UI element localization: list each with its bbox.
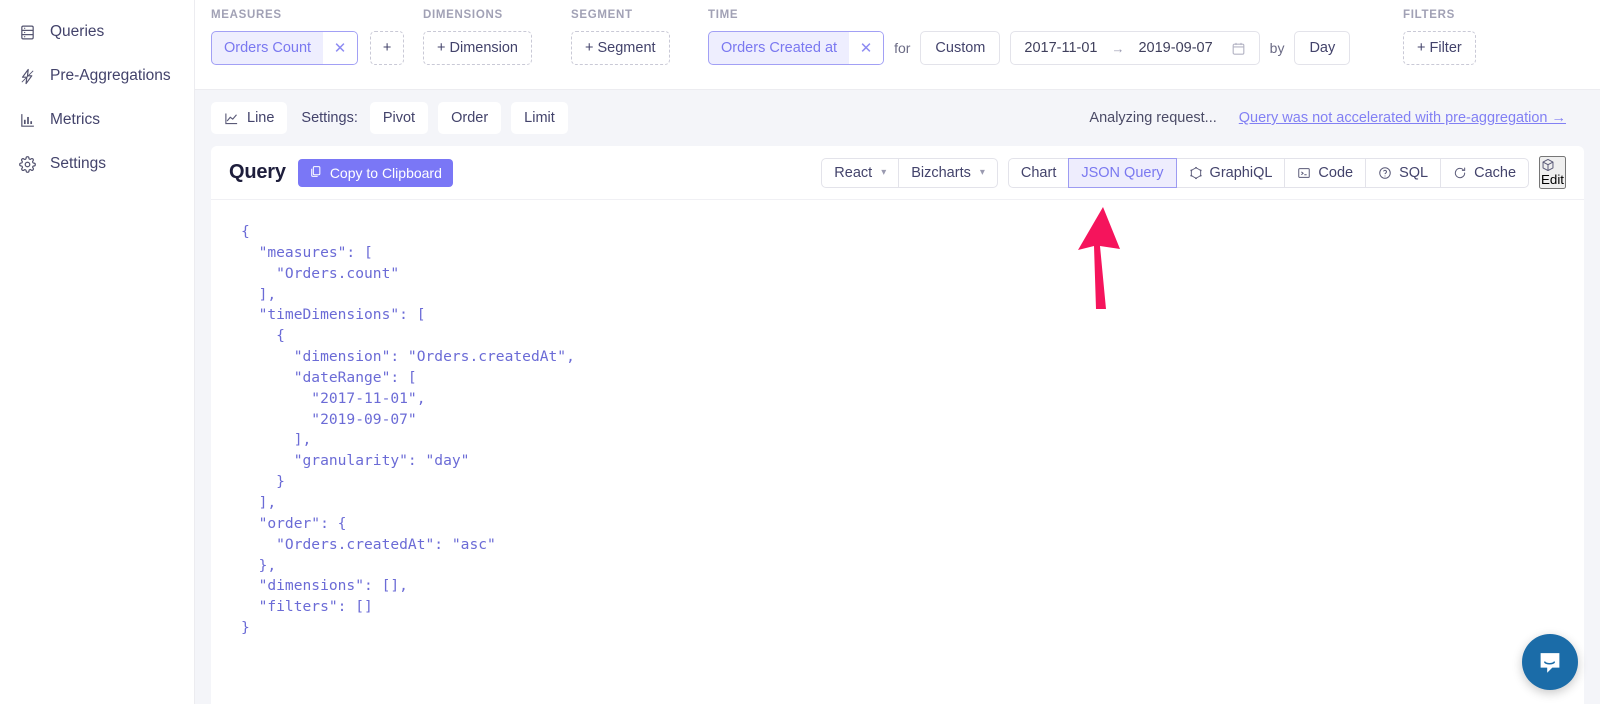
refresh-icon [1453,166,1467,180]
json-query-viewer[interactable]: { "measures": [ "Orders.count" ], "timeD… [211,200,1584,704]
tab-graphiql-label: GraphiQL [1209,164,1273,181]
date-range-preset-button[interactable]: Custom [920,31,1001,65]
measures-group: MEASURES Orders Count ✕ + [211,9,405,65]
tab-cache-label: Cache [1474,164,1517,181]
copy-to-clipboard-label: Copy to Clipboard [329,164,442,181]
tab-sql[interactable]: SQL [1365,157,1442,188]
close-icon[interactable]: ✕ [323,32,358,64]
framework-label: React [834,164,873,181]
tab-sql-label: SQL [1399,164,1429,181]
chart-settings-bar: Line Settings: Pivot Order Limit Analyzi… [195,90,1600,146]
filters-group: FILTERS + Filter [1403,9,1476,65]
chart-type-label: Line [247,110,275,126]
add-dimension-button[interactable]: + Dimension [423,31,532,65]
calendar-icon[interactable] [1231,41,1246,56]
intercom-launcher[interactable] [1522,634,1578,690]
framework-selectors: React ▾ Bizcharts ▾ [821,157,998,188]
gear-icon [18,155,36,173]
filters-group-label: FILTERS [1403,9,1455,21]
app-root: Queries Pre-Aggregations Metrics Setting… [0,0,1600,704]
edit-button[interactable]: Edit [1539,156,1566,189]
sidebar-item-pre-aggregations[interactable]: Pre-Aggregations [0,54,194,98]
tab-graphiql[interactable]: GraphiQL [1175,157,1286,188]
question-circle-icon [1378,166,1392,180]
copy-icon [309,165,322,181]
add-segment-button[interactable]: + Segment [571,31,670,65]
tab-chart[interactable]: Chart [1007,157,1070,188]
granularity-button[interactable]: Day [1294,31,1351,65]
date-start-value[interactable]: 2017-11-01 [1024,40,1097,56]
cube-icon [1541,158,1564,172]
by-label: by [1269,40,1285,56]
database-icon [18,23,36,41]
chat-bubble-icon [1540,653,1560,673]
sidebar-item-queries[interactable]: Queries [0,10,194,54]
pre-aggregation-warning-link[interactable]: Query was not accelerated with pre-aggre… [1239,110,1566,126]
status-zone: Analyzing request... Query was not accel… [1089,110,1584,126]
add-filter-button[interactable]: + Filter [1403,31,1476,65]
for-label: for [894,40,911,56]
pivot-button[interactable]: Pivot [369,102,429,134]
settings-label: Settings: [301,110,358,126]
query-card-header: Query Copy to Clipboard React ▾ Bizchart… [211,146,1584,200]
query-card: Query Copy to Clipboard React ▾ Bizchart… [211,146,1584,704]
main-area: MEASURES Orders Count ✕ + DIMENSIONS + D… [195,0,1600,704]
query-card-actions: React ▾ Bizcharts ▾ Chart JSON Query Gra… [821,156,1566,189]
line-chart-icon [224,111,239,126]
sidebar-item-label: Settings [50,155,107,172]
sidebar-item-settings[interactable]: Settings [0,142,194,186]
edit-button-label: Edit [1541,172,1564,187]
time-group-label: TIME [708,9,739,21]
chevron-down-icon: ▾ [979,167,985,178]
chevron-down-icon: ▾ [881,167,887,178]
bar-chart-icon [18,111,36,129]
terminal-icon [1297,166,1311,180]
sidebar-item-label: Pre-Aggregations [50,67,171,84]
tab-json-query[interactable]: JSON Query [1068,157,1177,188]
dimensions-group: DIMENSIONS + Dimension [423,9,532,65]
date-end-value[interactable]: 2019-09-07 [1138,40,1212,56]
segment-group-label: SEGMENT [571,9,633,21]
page-title: Query [229,161,286,183]
sidebar-item-metrics[interactable]: Metrics [0,98,194,142]
json-query-code: { "measures": [ "Orders.count" ], "timeD… [241,223,575,637]
tab-code[interactable]: Code [1284,157,1367,188]
time-dimension-tag[interactable]: Orders Created at ✕ [708,31,885,65]
chart-type-button[interactable]: Line [211,102,288,134]
charting-library-label: Bizcharts [911,164,971,181]
sidebar-item-label: Metrics [50,111,100,128]
view-tabs: Chart JSON Query GraphiQL Code SQL Cache [1007,157,1530,188]
date-range-picker[interactable]: 2017-11-01 → 2019-09-07 [1010,31,1260,65]
copy-to-clipboard-button[interactable]: Copy to Clipboard [297,158,453,187]
sidebar: Queries Pre-Aggregations Metrics Setting… [0,0,195,704]
segment-group: SEGMENT + Segment [571,9,670,65]
measures-group-label: MEASURES [211,9,282,21]
request-status-text: Analyzing request... [1089,110,1217,126]
limit-button[interactable]: Limit [511,102,568,134]
time-dimension-label: Orders Created at [721,40,838,56]
query-builder-bar: MEASURES Orders Count ✕ + DIMENSIONS + D… [195,0,1600,90]
tab-cache[interactable]: Cache [1440,157,1530,188]
close-icon[interactable]: ✕ [849,32,884,64]
add-measure-button[interactable]: + [370,31,405,65]
measure-tag-orders-count[interactable]: Orders Count ✕ [211,31,359,65]
sidebar-item-label: Queries [50,23,105,40]
graphiql-icon [1189,166,1203,180]
lightning-icon [18,67,36,85]
framework-select[interactable]: React ▾ [821,157,900,188]
tab-code-label: Code [1318,164,1354,181]
dimensions-group-label: DIMENSIONS [423,9,503,21]
time-group: TIME Orders Created at ✕ for Custom 2017… [708,9,1351,65]
date-arrow-icon: → [1111,40,1125,56]
charting-library-select[interactable]: Bizcharts ▾ [898,157,998,188]
measure-tag-label: Orders Count [224,40,312,56]
order-button[interactable]: Order [438,102,502,134]
